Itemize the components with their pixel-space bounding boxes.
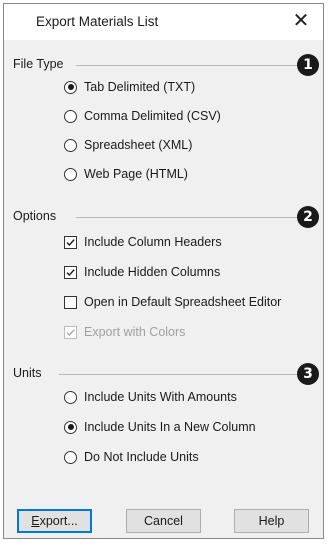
- units-divider: [59, 374, 301, 375]
- file-type-legend: File Type: [13, 57, 68, 71]
- callout-badge-3: 3: [297, 363, 319, 385]
- checkbox-include-column-headers[interactable]: Include Column Headers: [64, 232, 222, 252]
- radio-label: Web Page (HTML): [84, 167, 188, 181]
- close-icon[interactable]: ✕: [289, 8, 313, 34]
- checkbox-label: Include Column Headers: [84, 235, 222, 249]
- options-divider: [76, 217, 301, 218]
- radio-button[interactable]: [64, 167, 77, 181]
- radio-button[interactable]: [64, 420, 77, 434]
- radio-button[interactable]: [64, 390, 77, 404]
- export-accelerator: E: [31, 514, 40, 528]
- help-button[interactable]: Help: [234, 509, 309, 533]
- checkbox[interactable]: [64, 295, 77, 309]
- checkbox-export-with-colors: Export with Colors: [64, 322, 185, 342]
- radio-button[interactable]: [64, 109, 77, 123]
- radio-button[interactable]: [64, 138, 77, 152]
- export-materials-dialog: Export Materials List ✕ File Type 1 Tab …: [3, 3, 324, 539]
- checkbox-open-in-default-editor[interactable]: Open in Default Spreadsheet Editor: [64, 292, 281, 312]
- radio-units-with-amounts[interactable]: Include Units With Amounts: [64, 387, 237, 407]
- checkbox[interactable]: [64, 235, 77, 249]
- units-legend: Units: [13, 366, 46, 380]
- export-button[interactable]: Export...: [17, 509, 92, 533]
- dialog-title: Export Materials List: [36, 14, 159, 29]
- radio-units-new-column[interactable]: Include Units In a New Column: [64, 417, 256, 437]
- checkbox: [64, 325, 77, 339]
- file-type-divider: [76, 65, 301, 66]
- radio-button[interactable]: [64, 450, 77, 464]
- radio-label: Include Units In a New Column: [84, 420, 256, 434]
- radio-label: Tab Delimited (TXT): [84, 80, 196, 94]
- radio-label: Spreadsheet (XML): [84, 138, 193, 152]
- radio-label: Include Units With Amounts: [84, 390, 237, 404]
- checkbox-include-hidden-columns[interactable]: Include Hidden Columns: [64, 262, 220, 282]
- radio-spreadsheet-xml[interactable]: Spreadsheet (XML): [64, 135, 192, 155]
- radio-tab-delimited[interactable]: Tab Delimited (TXT): [64, 77, 195, 97]
- radio-no-units[interactable]: Do Not Include Units: [64, 447, 199, 467]
- radio-button[interactable]: [64, 80, 77, 94]
- checkbox-label: Open in Default Spreadsheet Editor: [84, 295, 282, 309]
- checkbox-label: Include Hidden Columns: [84, 265, 221, 279]
- cancel-button[interactable]: Cancel: [126, 509, 201, 533]
- options-legend: Options: [13, 209, 61, 223]
- radio-web-page-html[interactable]: Web Page (HTML): [64, 164, 188, 184]
- radio-label: Do Not Include Units: [84, 450, 199, 464]
- radio-label: Comma Delimited (CSV): [84, 109, 221, 123]
- radio-comma-delimited[interactable]: Comma Delimited (CSV): [64, 106, 221, 126]
- callout-badge-2: 2: [297, 206, 319, 228]
- callout-badge-1: 1: [297, 54, 319, 76]
- export-button-label: xport...: [39, 514, 78, 528]
- title-bar: Export Materials List ✕: [4, 4, 323, 40]
- checkbox[interactable]: [64, 265, 77, 279]
- checkbox-label: Export with Colors: [84, 325, 186, 339]
